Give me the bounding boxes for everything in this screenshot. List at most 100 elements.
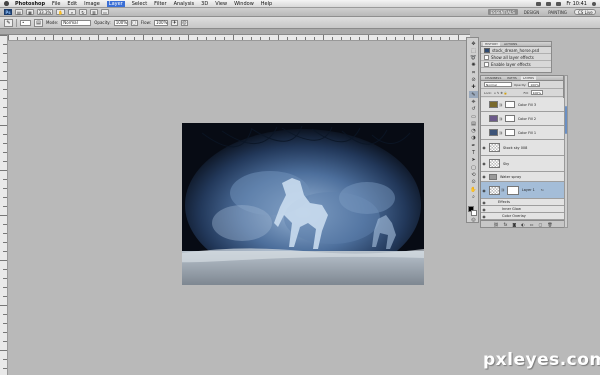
apple-icon[interactable] xyxy=(4,1,9,6)
layer-visibility-eye-icon[interactable] xyxy=(481,116,487,122)
lasso-tool-icon[interactable]: ➰ xyxy=(469,55,478,62)
layer-visibility-eye-icon[interactable]: ◉ xyxy=(481,174,487,180)
menu-analysis[interactable]: Analysis xyxy=(174,1,195,7)
layer-row[interactable]: ◉ ⛓ Layer 1 fx xyxy=(481,182,565,199)
rotate-view-button[interactable]: ↻ xyxy=(78,9,87,15)
zoom-level-dropdown[interactable]: 33.3% xyxy=(37,9,53,15)
adjustment-layer-icon[interactable]: ◐ xyxy=(521,222,525,227)
volume-icon[interactable] xyxy=(546,2,552,6)
crop-tool-icon[interactable]: ⌗ xyxy=(469,69,478,76)
move-tool-icon[interactable]: ✥ xyxy=(469,40,478,47)
tab-actions[interactable]: ACTIONS xyxy=(502,42,519,46)
path-select-tool-icon[interactable]: ➤ xyxy=(469,157,478,164)
clone-stamp-tool-icon[interactable]: ⎈ xyxy=(469,98,478,105)
zoom-tool-button[interactable]: ⌕ xyxy=(67,9,76,15)
menu-file[interactable]: File xyxy=(52,1,60,7)
layer-visibility-eye-icon[interactable]: ◉ xyxy=(481,206,487,212)
marquee-tool-icon[interactable]: ⬚ xyxy=(469,47,478,54)
menu-help[interactable]: Help xyxy=(261,1,272,7)
lock-icons[interactable]: ▫ ✎ ✥ 🔒 xyxy=(494,91,508,95)
tablet-opacity-icon[interactable]: ◌ xyxy=(130,19,138,26)
menu-window[interactable]: Window xyxy=(234,1,254,7)
layer-visibility-eye-icon[interactable]: ◉ xyxy=(481,145,487,151)
layer-row[interactable]: ◉ Sky xyxy=(481,156,565,172)
quick-mask-icon[interactable]: ◎ xyxy=(469,216,478,223)
mode-dropdown[interactable]: Normal xyxy=(61,19,92,26)
menu-select[interactable]: Select xyxy=(132,1,147,7)
layer-row[interactable]: ◉ Effects xyxy=(481,199,565,206)
tab-paths[interactable]: PATHS xyxy=(505,76,518,80)
hand-tool-icon[interactable]: ✋ xyxy=(469,186,478,193)
tab-layers[interactable]: LAYERS xyxy=(520,76,537,80)
blend-mode-dropdown[interactable]: Normal xyxy=(484,82,512,87)
layer-visibility-eye-icon[interactable]: ◉ xyxy=(481,213,487,219)
zoom-tool-icon[interactable]: ⌕ xyxy=(469,193,478,200)
menu-image[interactable]: Image xyxy=(84,1,100,7)
clock[interactable]: Fr 10:41 xyxy=(566,1,587,7)
wifi-icon[interactable] xyxy=(536,2,542,6)
layer-row[interactable]: ⛓ Color Fill 3 xyxy=(481,98,565,112)
vertical-ruler[interactable] xyxy=(0,35,8,375)
blur-tool-icon[interactable]: ◔ xyxy=(469,128,478,135)
layer-visibility-eye-icon[interactable]: ◉ xyxy=(481,187,487,193)
layer-visibility-eye-icon[interactable] xyxy=(481,130,487,136)
scrollbar-thumb[interactable] xyxy=(565,106,567,134)
delete-layer-icon[interactable]: 🗑 xyxy=(547,222,552,227)
pen-tool-icon[interactable]: ✒ xyxy=(469,142,478,149)
layer-row[interactable]: ◉ Water spray xyxy=(481,172,565,182)
flow-input[interactable]: 100% xyxy=(153,19,168,26)
horizontal-ruler[interactable] xyxy=(8,35,470,41)
mask-link-icon[interactable]: ⛓ xyxy=(499,131,503,135)
arrange-documents-button[interactable]: ▥ xyxy=(89,9,98,15)
mask-link-icon[interactable]: ⛓ xyxy=(501,188,505,192)
layer-row[interactable]: ⛓ Color Fill 1 xyxy=(481,126,565,140)
tablet-size-icon[interactable]: ◎ xyxy=(180,19,188,26)
brush-size-picker[interactable]: • xyxy=(20,19,31,26)
brush-panel-toggle-icon[interactable]: ▤ xyxy=(34,18,43,27)
menu-edit[interactable]: Edit xyxy=(67,1,77,7)
opacity-input[interactable]: 100% xyxy=(113,19,128,26)
layer-mask-thumbnail[interactable] xyxy=(504,115,515,122)
brush-tool-icon[interactable]: ✎ xyxy=(4,18,13,27)
layer-visibility-eye-icon[interactable]: ◉ xyxy=(481,199,487,205)
layer-mask-thumbnail[interactable] xyxy=(504,129,515,136)
3d-rotate-tool-icon[interactable]: ⟲ xyxy=(469,171,478,178)
layer-mask-thumbnail[interactable] xyxy=(506,185,519,195)
history-snapshot-row[interactable]: stock_dream_horse.psd xyxy=(481,47,551,54)
layer-row[interactable]: ◉ Stock sky 008 xyxy=(481,140,565,156)
layer-fill-input[interactable]: 100% xyxy=(530,90,543,95)
menu-app-photoshop[interactable]: Photoshop xyxy=(15,1,45,7)
type-tool-icon[interactable]: T xyxy=(469,150,478,157)
history-row[interactable]: Show all layer effects xyxy=(481,54,551,61)
history-brush-tool-icon[interactable]: ↺ xyxy=(469,106,478,113)
workspace-essentials[interactable]: ESSENTIALS xyxy=(487,9,518,15)
link-layers-icon[interactable]: ⛓ xyxy=(494,222,499,227)
fx-icon[interactable]: fx xyxy=(504,222,508,227)
history-row[interactable]: Enable layer effects xyxy=(481,61,551,68)
layer-visibility-eye-icon[interactable] xyxy=(481,102,487,108)
launch-bridge-button[interactable]: ▤ xyxy=(15,9,23,15)
layer-row[interactable]: ◉ Inner Glow xyxy=(481,206,565,213)
layer-row[interactable]: ◉ Color Overlay xyxy=(481,213,565,220)
panel-scrollbar[interactable] xyxy=(564,75,568,228)
quick-select-tool-icon[interactable]: ✺ xyxy=(469,62,478,69)
eyedropper-tool-icon[interactable]: ⊘ xyxy=(469,77,478,84)
cs-live-button[interactable]: CS Live xyxy=(574,9,596,15)
document-canvas[interactable] xyxy=(182,123,424,285)
layer-opacity-input[interactable]: 100% xyxy=(528,82,541,87)
add-mask-icon[interactable]: ◙ xyxy=(512,222,516,227)
new-group-icon[interactable]: ▭ xyxy=(530,222,534,227)
gradient-tool-icon[interactable]: ▤ xyxy=(469,120,478,127)
screen-mode-button[interactable]: ▭ xyxy=(100,9,109,15)
mask-link-icon[interactable]: ⛓ xyxy=(499,117,503,121)
spotlight-search-icon[interactable] xyxy=(592,2,596,6)
airbrush-icon[interactable]: ✈ xyxy=(170,19,178,26)
layer-mask-thumbnail[interactable] xyxy=(504,101,515,108)
hand-tool-button[interactable]: ✋ xyxy=(56,9,65,15)
tab-history[interactable]: HISTORY xyxy=(483,42,500,46)
menu-3d[interactable]: 3D xyxy=(201,1,208,7)
spot-heal-tool-icon[interactable]: ✚ xyxy=(469,84,478,91)
dodge-tool-icon[interactable]: ◑ xyxy=(469,135,478,142)
layer-row[interactable]: ⛓ Color Fill 2 xyxy=(481,112,565,126)
battery-icon[interactable] xyxy=(556,2,562,6)
